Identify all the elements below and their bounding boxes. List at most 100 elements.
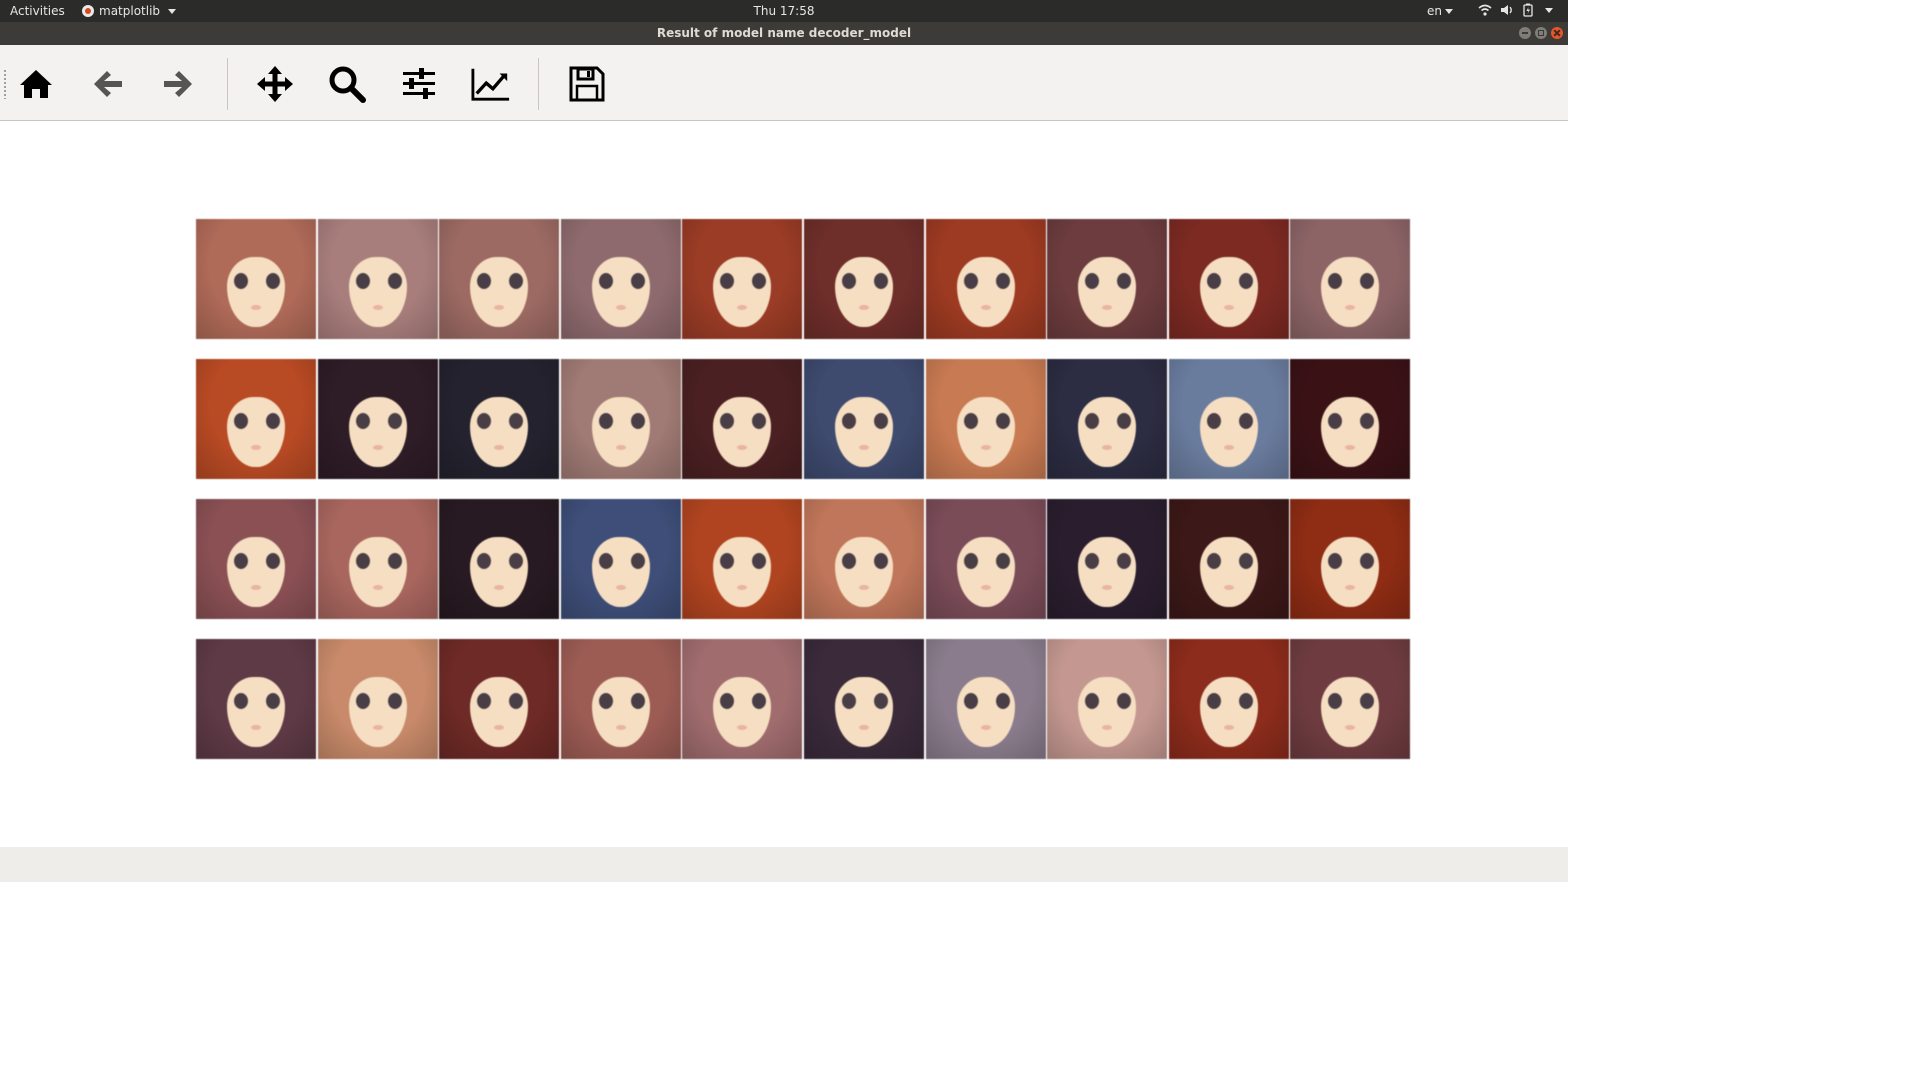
face-eye: [963, 693, 978, 709]
generated-face-image: [1047, 359, 1168, 479]
face-skin: [835, 677, 893, 747]
face-eye: [995, 553, 1010, 569]
face-eye: [387, 413, 402, 429]
toolbar-separator: [227, 58, 228, 110]
maximize-button[interactable]: [1535, 27, 1547, 39]
generated-face-image: [1047, 499, 1168, 619]
generated-face-image: [804, 359, 924, 479]
back-button[interactable]: [88, 65, 128, 103]
zoom-icon: [329, 66, 366, 103]
face-eye: [234, 693, 248, 709]
app-menu[interactable]: matplotlib: [82, 4, 177, 18]
face-eye: [387, 693, 402, 709]
system-top-bar: Activities matplotlib Thu 17:58 en: [0, 0, 1568, 22]
face-eye: [995, 693, 1010, 709]
face-mouth: [615, 585, 626, 590]
face-eye: [1238, 413, 1253, 429]
home-button[interactable]: [16, 65, 56, 103]
face-mouth: [372, 305, 383, 310]
generated-face-image: [196, 499, 316, 619]
language-indicator[interactable]: en: [1427, 4, 1453, 18]
face-mouth: [859, 305, 869, 310]
face-mouth: [980, 585, 991, 590]
face-mouth: [1223, 305, 1234, 310]
generated-face-image: [196, 359, 316, 479]
face-eye: [630, 553, 645, 569]
window-controls: [1519, 27, 1563, 39]
face-skin: [591, 257, 650, 327]
toolbar-separator: [538, 58, 539, 110]
face-eye: [842, 693, 856, 709]
face-eye: [598, 413, 613, 429]
face-skin: [1078, 257, 1137, 327]
generated-face-image: [1168, 639, 1289, 759]
forward-button[interactable]: [158, 65, 198, 103]
zoom-button[interactable]: [327, 65, 367, 103]
figure-canvas[interactable]: [0, 121, 1568, 847]
configure-subplots-icon: [403, 68, 435, 99]
generated-face-image: [682, 219, 803, 339]
face-skin: [1199, 537, 1258, 607]
face-skin: [1078, 397, 1137, 467]
pan-button[interactable]: [255, 65, 295, 103]
face-skin: [1199, 397, 1258, 467]
face-skin: [1078, 677, 1137, 747]
clock[interactable]: Thu 17:58: [0, 4, 1568, 18]
face-mouth: [372, 585, 383, 590]
face-mouth: [1223, 445, 1234, 450]
status-bar: [0, 847, 1568, 882]
face-skin: [470, 397, 529, 467]
face-skin: [348, 537, 407, 607]
back-icon: [94, 71, 122, 97]
face-skin: [591, 537, 650, 607]
face-eye: [598, 273, 613, 289]
face-eye: [1238, 553, 1253, 569]
generated-face-image: [1290, 219, 1411, 339]
face-skin: [470, 537, 529, 607]
generated-face-image: [682, 499, 803, 619]
face-skin: [713, 397, 772, 467]
face-eye: [234, 553, 248, 569]
generated-face-image: [317, 499, 438, 619]
face-mouth: [251, 725, 261, 730]
face-eye: [598, 693, 613, 709]
edit-axes-button[interactable]: [471, 65, 511, 103]
face-eye: [1238, 273, 1253, 289]
configure-subplots-button[interactable]: [399, 65, 439, 103]
minimize-button[interactable]: [1519, 27, 1531, 39]
face-skin: [1199, 257, 1258, 327]
face-skin: [1321, 257, 1380, 327]
generated-face-image: [1290, 499, 1411, 619]
generated-face-image: [804, 499, 924, 619]
generated-face-image: [439, 359, 560, 479]
generated-face-image: [196, 639, 316, 759]
system-tray[interactable]: [1478, 3, 1553, 17]
generated-face-image: [804, 639, 924, 759]
generated-face-image: [560, 639, 681, 759]
face-skin: [1321, 677, 1380, 747]
face-skin: [227, 257, 285, 327]
generated-face-image: [1168, 359, 1289, 479]
close-button[interactable]: [1551, 27, 1563, 39]
face-skin: [1321, 397, 1380, 467]
face-eye: [963, 553, 978, 569]
toolbar-grip-handle[interactable]: [3, 69, 7, 99]
generated-face-image: [196, 219, 316, 339]
generated-face-image: [560, 219, 681, 339]
face-mouth: [859, 445, 869, 450]
face-eye: [995, 413, 1010, 429]
generated-face-image: [925, 639, 1046, 759]
activities-button[interactable]: Activities: [10, 4, 65, 18]
face-mouth: [1223, 725, 1234, 730]
face-eye: [963, 413, 978, 429]
face-eye: [1238, 693, 1253, 709]
face-eye: [266, 693, 280, 709]
face-skin: [591, 397, 650, 467]
face-skin: [835, 537, 893, 607]
face-eye: [355, 413, 370, 429]
face-eye: [266, 273, 280, 289]
save-button[interactable]: [567, 65, 607, 103]
face-skin: [835, 257, 893, 327]
face-eye: [266, 553, 280, 569]
window-title-bar[interactable]: Result of model name decoder_model: [0, 22, 1568, 45]
